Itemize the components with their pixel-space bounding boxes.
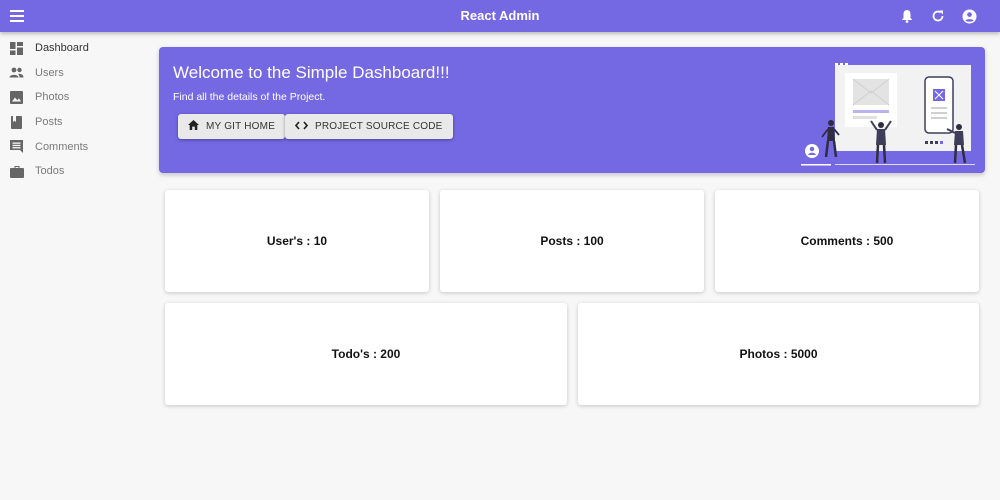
- users-icon: [9, 65, 24, 80]
- welcome-banner: Welcome to the Simple Dashboard!!! Find …: [159, 47, 985, 173]
- sidebar-item-label: Todos: [35, 165, 65, 178]
- home-icon: [188, 120, 199, 133]
- sidebar-item-label: Users: [35, 66, 64, 79]
- banner-title: Welcome to the Simple Dashboard!!!: [173, 63, 450, 82]
- sidebar-item-todos[interactable]: Todos: [0, 159, 150, 184]
- app-title: React Admin: [460, 8, 540, 23]
- dashboard-icon: [9, 41, 24, 56]
- dashboard-illustration: [801, 63, 975, 166]
- project-source-code-label: PROJECT SOURCE CODE: [315, 121, 443, 132]
- project-source-code-button[interactable]: PROJECT SOURCE CODE: [285, 114, 453, 139]
- photos-count-card[interactable]: Photos : 5000: [578, 303, 979, 405]
- sidebar: Dashboard Users Photos Posts Comments To…: [0, 32, 150, 500]
- app-bar: React Admin: [0, 0, 1000, 32]
- banner-subtitle: Find all the details of the Project.: [173, 91, 326, 103]
- comment-icon: [9, 139, 24, 154]
- comments-count-card[interactable]: Comments : 500: [715, 190, 979, 292]
- sidebar-item-dashboard[interactable]: Dashboard: [0, 36, 150, 61]
- comments-count-label: Comments : 500: [800, 234, 894, 248]
- posts-count-label: Posts : 100: [540, 234, 604, 248]
- users-count-card[interactable]: User's : 10: [165, 190, 429, 292]
- sidebar-item-label: Posts: [35, 116, 63, 129]
- users-count-label: User's : 10: [266, 234, 328, 248]
- sidebar-item-label: Comments: [35, 140, 89, 153]
- refresh-icon[interactable]: [927, 5, 949, 27]
- sidebar-item-photos[interactable]: Photos: [0, 85, 150, 110]
- code-icon: [294, 120, 309, 133]
- sidebar-item-comments[interactable]: Comments: [0, 134, 150, 159]
- sidebar-item-label: Photos: [35, 91, 70, 104]
- git-home-button[interactable]: MY GIT HOME: [178, 114, 286, 139]
- bell-icon[interactable]: [896, 5, 918, 27]
- account-icon[interactable]: [958, 5, 980, 27]
- photo-icon: [9, 90, 24, 105]
- app-bar-actions: [896, 5, 980, 27]
- git-home-label: MY GIT HOME: [206, 121, 276, 132]
- book-icon: [9, 115, 24, 130]
- todos-count-card[interactable]: Todo's : 200: [165, 303, 567, 405]
- posts-count-card[interactable]: Posts : 100: [440, 190, 704, 292]
- briefcase-icon: [9, 164, 24, 179]
- sidebar-item-posts[interactable]: Posts: [0, 110, 150, 135]
- sidebar-item-label: Dashboard: [35, 42, 89, 55]
- photos-count-label: Photos : 5000: [739, 347, 818, 361]
- sidebar-item-users[interactable]: Users: [0, 61, 150, 86]
- todos-count-label: Todo's : 200: [331, 347, 401, 361]
